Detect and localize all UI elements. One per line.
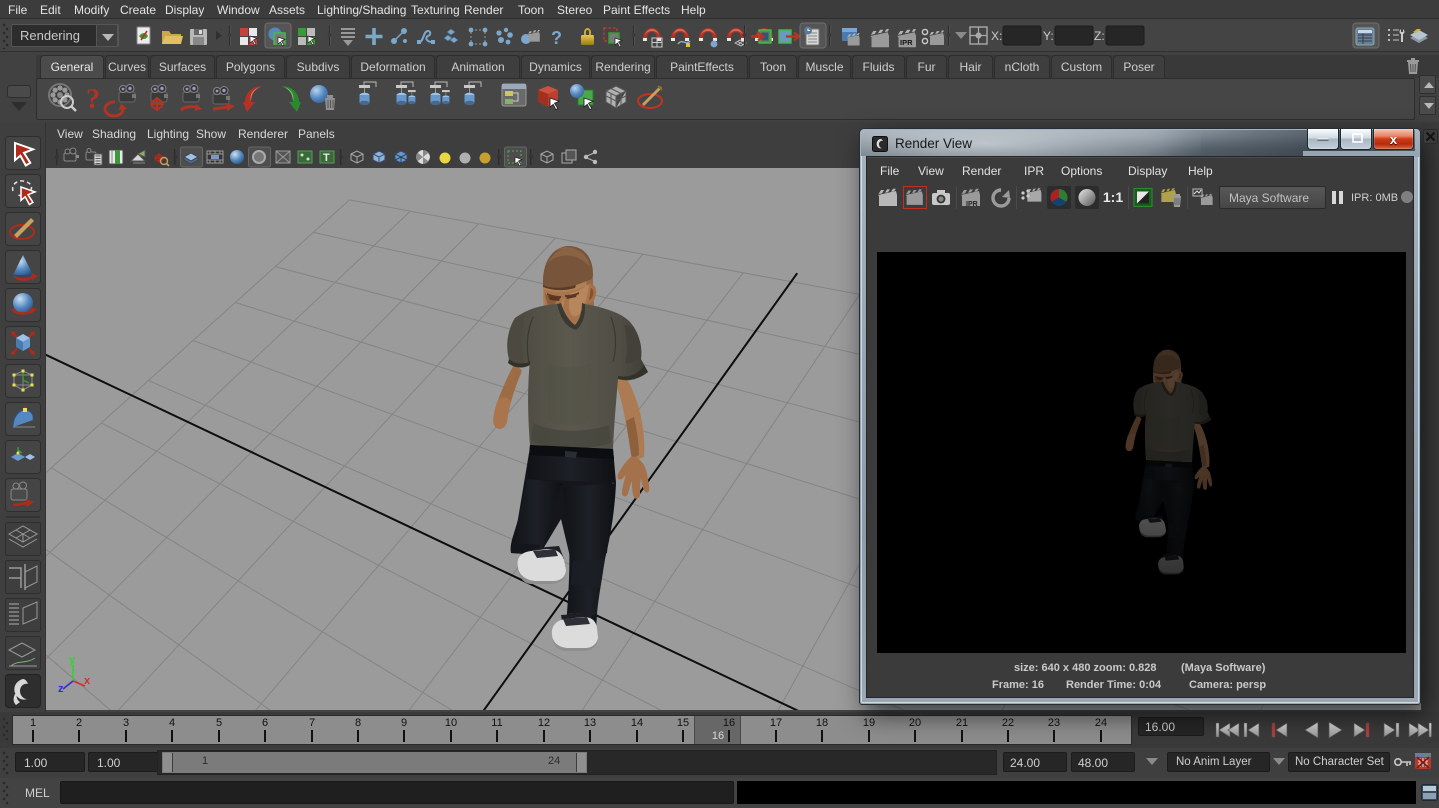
svg-text:y: y [69,654,76,666]
svg-text:z: z [58,683,64,695]
svg-text:Y:: Y: [1043,29,1054,43]
svg-text:IPR: IPR [966,201,978,208]
svg-text:T: T [323,152,330,164]
svg-text:x: x [84,675,91,687]
svg-text:IPR: IPR [900,38,913,47]
svg-text:?: ? [551,28,562,48]
svg-text:Z:: Z: [1094,29,1105,43]
svg-text:?: ? [86,84,100,115]
svg-text:X:: X: [991,29,1002,43]
